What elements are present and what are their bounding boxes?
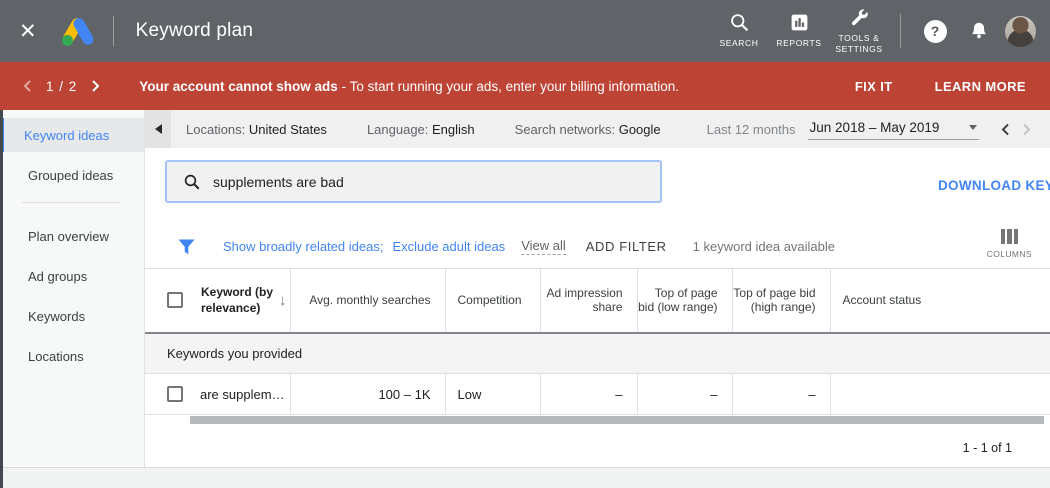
collapse-arrow-icon [155,124,162,134]
learn-more-button[interactable]: LEARN MORE [935,79,1026,94]
add-filter-button[interactable]: ADD FILTER [586,239,667,254]
keyword-idea-count: 1 keyword idea available [693,239,835,254]
column-header-top-bid-high[interactable]: Top of page bid (high range) [732,269,830,333]
column-header-competition[interactable]: Competition [445,269,540,333]
keyword-search-input[interactable] [213,174,660,190]
language-filter-label: Language: [367,122,428,137]
table-header-row: Keyword (by relevance) ↓ Avg. monthly se… [145,269,1050,333]
top-app-bar: ✕ Keyword plan SEARCH REPORTS [0,0,1050,62]
ad-impression-share-cell: – [540,374,637,415]
horizontal-scrollbar-thumb[interactable] [190,416,1044,424]
sidebar-item-locations[interactable]: Locations [0,339,144,373]
language-filter-value: English [432,122,475,137]
account-status-cell [830,374,1050,415]
sidebar-item-plan-overview[interactable]: Plan overview [0,219,144,253]
sidebar-item-keywords[interactable]: Keywords [0,299,144,333]
exclude-adult-ideas-link[interactable]: Exclude adult ideas [392,239,505,254]
pagination: 1 - 1 of 1 [145,426,1050,469]
targeting-filter-bar: Locations: United States Language: Engli… [145,110,1050,148]
date-next-icon[interactable] [1016,119,1037,140]
main-content: Locations: United States Language: Engli… [145,110,1050,488]
competition-cell: Low [445,374,540,415]
date-range-label: Last 12 months [707,122,796,137]
columns-icon [1001,229,1019,244]
columns-button[interactable]: COLUMNS [987,229,1032,259]
window-left-edge [0,110,3,488]
wrench-icon [849,7,870,28]
banner-next-icon[interactable] [87,75,105,97]
sidebar-item-grouped-ideas[interactable]: Grouped ideas [0,158,144,192]
keyword-search-box [165,160,662,203]
topbar-divider [900,14,901,48]
google-ads-logo [59,16,97,46]
footer-strip [0,467,1050,488]
reports-nav-button[interactable]: REPORTS [770,12,828,49]
notifications-button[interactable] [957,19,1001,43]
keyword-planner-window: ✕ Keyword plan SEARCH REPORTS [0,0,1050,488]
column-header-top-bid-low[interactable]: Top of page bid (low range) [637,269,732,333]
date-prev-icon[interactable] [995,119,1016,140]
date-range-value: Jun 2018 – May 2019 [810,120,940,135]
column-header-avg-monthly-searches[interactable]: Avg. monthly searches [290,269,445,333]
keyword-search-row: DOWNLOAD KEYW [145,148,1050,225]
tools-settings-nav-button[interactable]: TOOLS & SETTINGS [830,7,888,55]
sidebar-item-keyword-ideas[interactable]: Keyword ideas [0,118,144,152]
locations-filter[interactable]: Locations: United States [186,122,327,137]
horizontal-scrollbar [145,416,1050,426]
search-icon [729,12,750,33]
help-icon: ? [924,20,947,43]
banner-prev-icon[interactable] [18,75,36,97]
help-button[interactable]: ? [913,20,957,43]
search-networks-filter-label: Search networks: [515,122,615,137]
row-checkbox[interactable] [167,386,183,402]
locations-filter-value: United States [249,122,327,137]
top-bid-low-cell: – [637,374,732,415]
language-filter[interactable]: Language: English [367,122,475,137]
sidebar-divider [22,202,120,203]
topbar-divider [113,16,114,46]
account-avatar[interactable] [1005,16,1036,47]
pagination-label: 1 - 1 of 1 [963,441,1012,455]
top-bid-high-cell: – [732,374,830,415]
avg-monthly-searches-cell: 100 – 1K [290,374,445,415]
column-header-account-status[interactable]: Account status [830,269,1050,333]
banner-message: Your account cannot show ads - To start … [139,79,679,94]
fix-it-button[interactable]: FIX IT [855,79,893,94]
banner-pager: 1 / 2 [46,79,77,94]
column-header-keyword[interactable]: Keyword (by relevance) [201,284,273,316]
collapse-panel-button[interactable] [145,110,171,148]
chevron-down-icon [969,125,977,130]
sidebar-item-ad-groups[interactable]: Ad groups [0,259,144,293]
banner-message-rest: - To start running your ads, enter your … [338,79,679,94]
select-all-checkbox[interactable] [167,292,183,308]
section-header-label: Keywords you provided [145,333,1050,374]
plan-sidebar: Keyword ideas Grouped ideas Plan overvie… [0,110,145,488]
view-all-link[interactable]: View all [521,238,566,255]
filter-funnel-icon[interactable] [178,239,195,255]
search-icon [183,173,201,191]
table-section-row: Keywords you provided [145,333,1050,374]
table-row[interactable]: are supplem… 100 – 1K Low – – – [145,374,1050,415]
close-icon[interactable]: ✕ [19,21,37,42]
locations-filter-label: Locations: [186,122,245,137]
reports-icon [789,12,810,33]
columns-button-label: COLUMNS [987,249,1032,259]
billing-alert-banner: 1 / 2 Your account cannot show ads - To … [0,62,1050,110]
download-keyword-ideas-link[interactable]: DOWNLOAD KEYW [938,178,1050,193]
page-title: Keyword plan [136,20,254,42]
keyword-ideas-table: Keyword (by relevance) ↓ Avg. monthly se… [145,268,1050,415]
sort-descending-icon[interactable]: ↓ [279,292,287,309]
search-networks-filter-value: Google [619,122,661,137]
column-header-ad-impression-share[interactable]: Ad impression share [540,269,637,333]
search-networks-filter[interactable]: Search networks: Google [515,122,661,137]
ideas-toolbar: Show broadly related ideas; Exclude adul… [145,225,1050,268]
keyword-cell: are supplem… [200,387,285,402]
search-nav-button[interactable]: SEARCH [710,12,768,49]
banner-message-bold: Your account cannot show ads [139,79,338,94]
bell-icon [968,19,990,43]
date-range-select[interactable]: Jun 2018 – May 2019 [808,118,980,140]
broadly-related-ideas-link[interactable]: Show broadly related ideas; [223,239,383,254]
